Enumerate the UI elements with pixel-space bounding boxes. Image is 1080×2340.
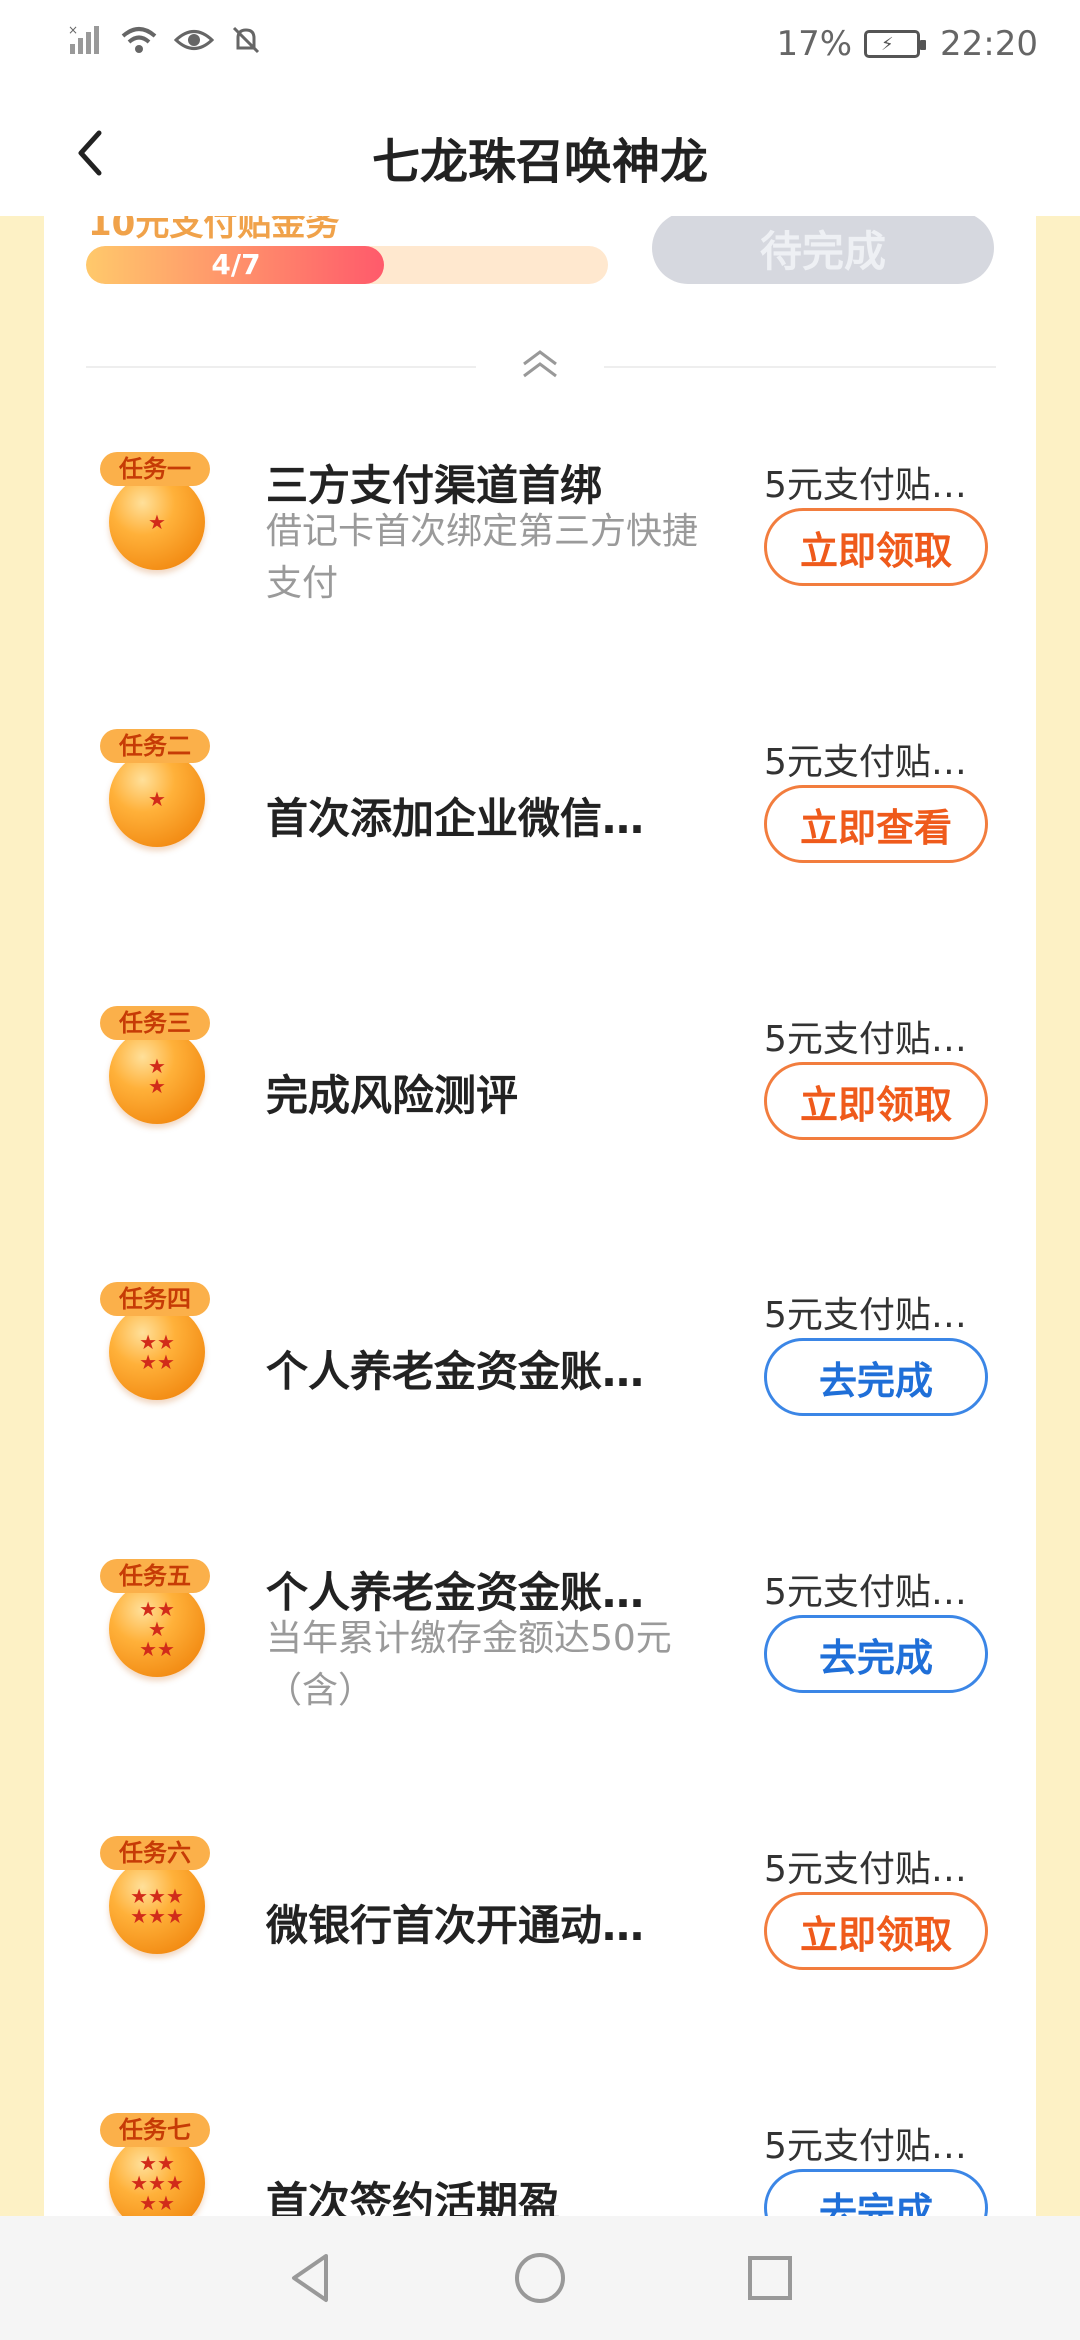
square-recents-icon [748,2256,792,2300]
pending-button[interactable]: 待完成 [652,216,994,284]
task-row: 任务五 ★★ ★ ★★ 个人养老金资金账… 当年累计缴存金额达50元（含） 5元支付贴… 去完… [44,1559,1036,1759]
task-action-button[interactable]: 去完成 [764,1338,988,1416]
triangle-back-icon [292,2254,328,2302]
task-reward: 5元支付贴… [764,465,967,506]
task-reward: 5元支付贴… [764,742,967,783]
dragon-ball-icon: ★★ ★ ★★ [109,1581,205,1677]
task-tag: 任务二 [100,729,210,763]
progress-heading: 10元支付贴金务 [88,216,340,244]
task-action-button[interactable]: 去完成 [764,1615,988,1693]
progress-label: 4/7 [211,248,261,281]
task-title: 三方支付渠道首绑 [266,461,603,510]
task-reward: 5元支付贴… [764,1572,967,1613]
status-icons: × [68,24,262,56]
task-tag: 任务六 [100,1836,210,1870]
dragon-ball-badge: 任务一 ★ [100,452,210,570]
task-title: 个人养老金资金账… [266,1347,645,1396]
task-card: 10元支付贴金务 4/7 待完成 任务一 ★ 三方支付渠道首绑 借记卡首次绑定第三方快… [44,216,1036,2216]
task-reward: 5元支付贴… [764,1019,967,1060]
header: 七龙珠召唤神龙 [0,90,1080,216]
dragon-ball-icon: ★ ★ [109,1028,205,1124]
task-action-button[interactable]: 去完成 [764,2169,988,2216]
task-title: 完成风险测评 [266,1071,519,1120]
task-reward: 5元支付贴… [764,2126,967,2167]
double-chevron-up-icon [523,350,557,378]
divider-left [86,366,476,368]
nav-back-button[interactable] [280,2248,340,2308]
signal-icon: × [68,24,99,54]
progress-bar: 4/7 [86,246,608,284]
task-tag: 任务五 [100,1559,210,1593]
page-title: 七龙珠召唤神龙 [371,134,708,190]
dragon-ball-badge: 任务四 ★★ ★★ [100,1282,210,1400]
dragon-ball-badge: 任务六 ★★★ ★★★ [100,1836,210,1954]
eye-icon [174,30,214,50]
task-title: 微银行首次开通动… [266,1901,645,1950]
task-tag: 任务三 [100,1006,210,1040]
svg-text:×: × [68,24,78,37]
task-action-button[interactable]: 立即查看 [764,785,988,863]
task-action-button[interactable]: 立即领取 [764,508,988,586]
task-tag: 任务四 [100,1282,210,1316]
dragon-ball-badge: 任务五 ★★ ★ ★★ [100,1559,210,1677]
nav-recents-button[interactable] [740,2248,800,2308]
task-row: 任务三 ★ ★ 完成风险测评 5元支付贴… 立即领取 [44,1006,1036,1206]
system-nav-bar [0,2216,1080,2340]
task-row: 任务二 ★ 首次添加企业微信… 5元支付贴… 立即查看 [44,729,1036,929]
status-bar: × 17% ⚡ 22:20 [0,0,1080,90]
nav-home-button[interactable] [510,2248,570,2308]
mute-bell-icon [232,26,260,54]
task-reward: 5元支付贴… [764,1295,967,1336]
battery-percent: 17% [776,24,853,64]
task-row: 任务六 ★★★ ★★★ 微银行首次开通动… 5元支付贴… 立即领取 [44,1836,1036,2036]
task-description: 当年累计缴存金额达50元（含） [266,1618,672,1711]
task-row: 任务四 ★★ ★★ 个人养老金资金账… 5元支付贴… 去完成 [44,1282,1036,1482]
task-action-button[interactable]: 立即领取 [764,1062,988,1140]
task-row: 任务一 ★ 三方支付渠道首绑 借记卡首次绑定第三方快捷支付 5元支付贴… 立即领取 [44,452,1036,652]
task-reward: 5元支付贴… [764,1849,967,1890]
task-title: 首次签约活期盈 [266,2178,561,2216]
task-tag: 任务一 [100,452,210,486]
task-tag: 任务七 [100,2113,210,2147]
dragon-ball-icon: ★ [109,751,205,847]
collapse-button[interactable] [516,344,564,384]
task-description: 借记卡首次绑定第三方快捷支付 [266,511,699,604]
clock: 22:20 [940,24,1038,64]
task-title: 个人养老金资金账… [266,1568,645,1617]
task-title: 首次添加企业微信… [266,794,645,843]
dragon-ball-icon: ★★★ ★★★ [109,1858,205,1954]
battery-icon: ⚡ [864,30,927,58]
dragon-ball-badge: 任务三 ★ ★ [100,1006,210,1124]
wifi-icon [121,27,157,53]
status-right: 17% ⚡ 22:20 [776,24,1038,64]
dragon-ball-icon: ★ [109,474,205,570]
dragon-ball-badge: 任务二 ★ [100,729,210,847]
divider-right [604,366,996,368]
dragon-ball-icon: ★★ ★★★ ★★ [109,2135,205,2216]
task-row: 任务七 ★★ ★★★ ★★ 首次签约活期盈 5元支付贴… 去完成 [44,2113,1036,2216]
circle-home-icon [515,2253,565,2303]
dragon-ball-icon: ★★ ★★ [109,1304,205,1400]
task-action-button[interactable]: 立即领取 [764,1892,988,1970]
dragon-ball-badge: 任务七 ★★ ★★★ ★★ [100,2113,210,2216]
